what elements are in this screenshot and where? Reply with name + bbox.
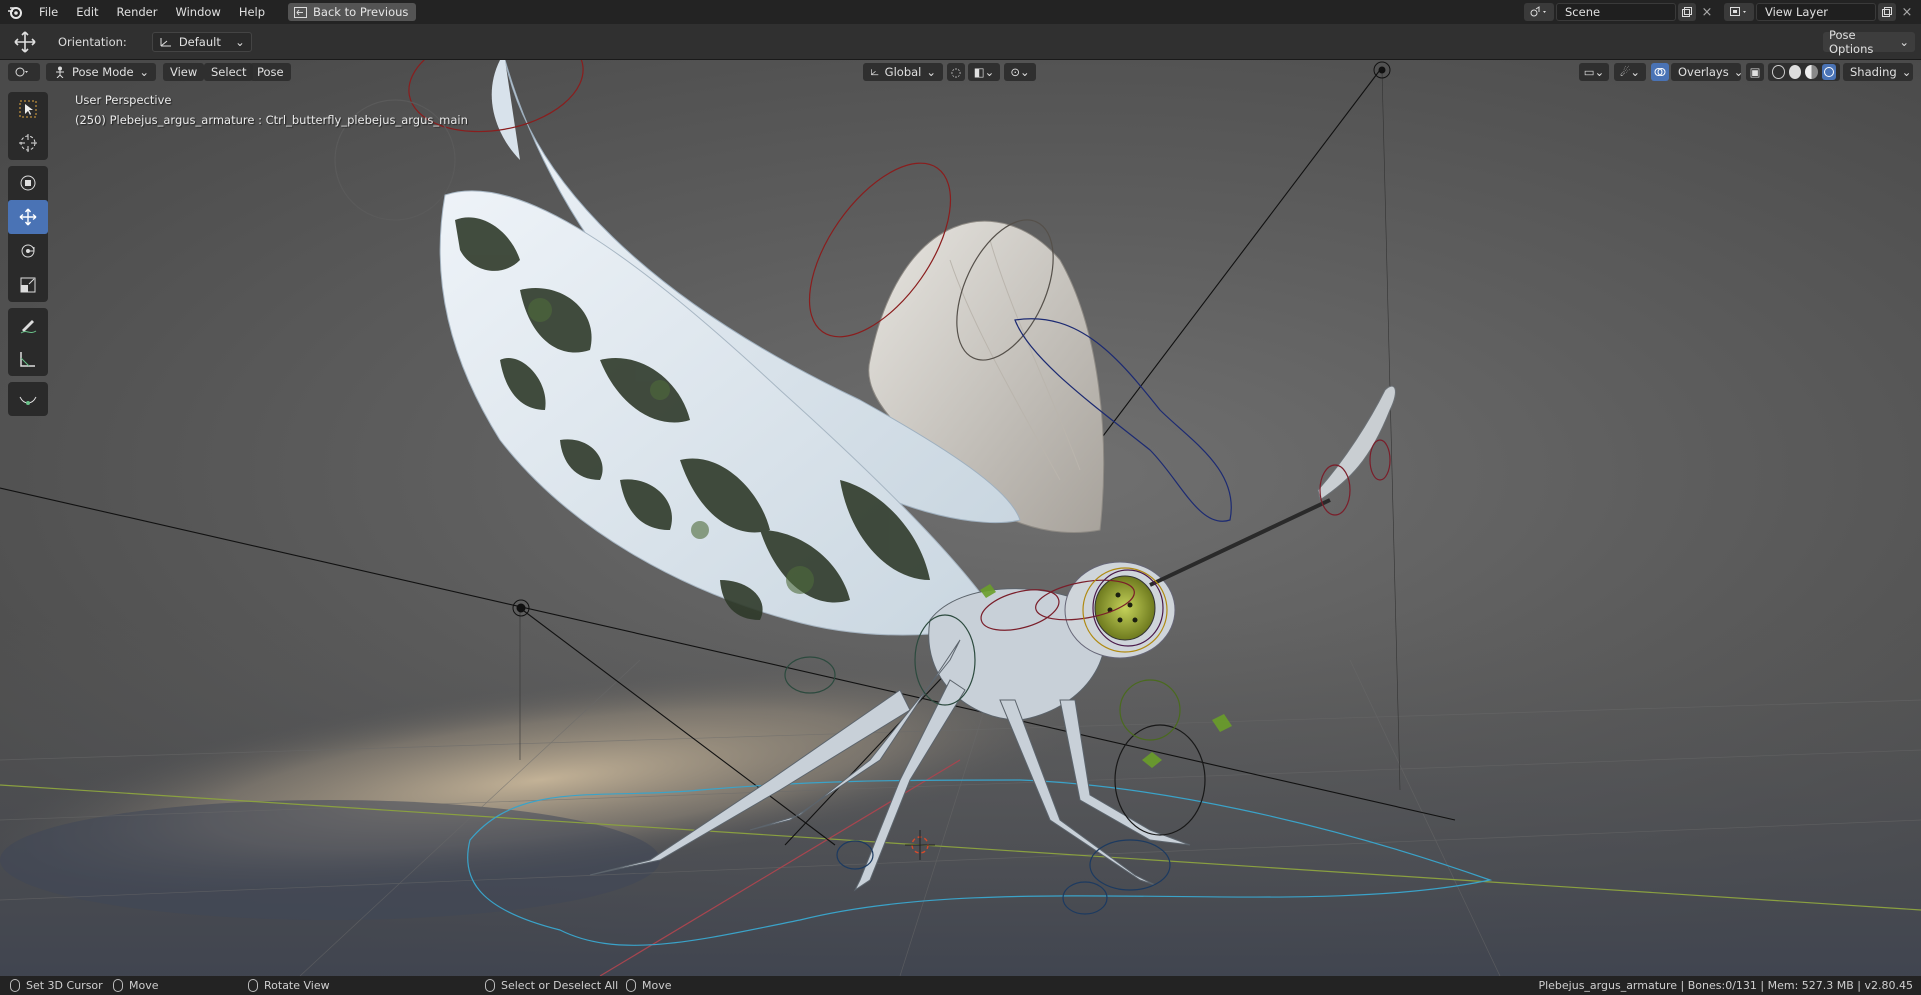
back-to-previous-label: Back to Previous <box>313 5 409 19</box>
menu-file[interactable]: File <box>30 0 67 24</box>
hint-select-label: Select or Deselect All <box>501 979 619 992</box>
tool-group-transform <box>8 166 48 302</box>
new-view-layer-icon[interactable] <box>1878 3 1896 21</box>
chevron-down-icon: ⌄ <box>139 65 149 79</box>
active-object-info: (250) Plebejus_argus_armature : Ctrl_but… <box>75 113 468 127</box>
move-icon[interactable] <box>8 200 48 234</box>
annotate-icon[interactable] <box>8 308 48 342</box>
menu-render[interactable]: Render <box>108 0 167 24</box>
scene-icon <box>1530 6 1546 17</box>
select-box-icon[interactable] <box>8 92 48 126</box>
orientation-dropdown[interactable]: Default ⌄ <box>151 31 252 52</box>
view-menu[interactable]: View <box>163 63 205 81</box>
chevron-down-icon: ⌄ <box>235 34 245 49</box>
relax-pose-icon[interactable] <box>8 382 48 416</box>
view-layer-name-field[interactable]: View Layer <box>1756 3 1876 21</box>
close-view-layer-icon[interactable]: × <box>1898 5 1916 20</box>
mouse-drag-icon <box>626 979 636 992</box>
cursor-icon[interactable] <box>8 126 48 160</box>
view-layer-icon <box>1730 7 1746 16</box>
blender-logo-icon[interactable] <box>0 0 30 24</box>
pose-options-dropdown[interactable]: Pose Options ⌄ <box>1823 28 1915 56</box>
3d-viewport[interactable]: Pose Mode ⌄ View Select Pose Global ⌄ ◌ … <box>0 60 1921 976</box>
transform-icon[interactable] <box>8 166 48 200</box>
top-menu-bar: File Edit Render Window Help Back to Pre… <box>0 0 1921 24</box>
hint-rotate: Rotate View <box>248 979 330 992</box>
tool-shelf <box>8 92 48 422</box>
menu-help[interactable]: Help <box>230 0 274 24</box>
orientation-label: Orientation: <box>58 34 127 49</box>
transform-orientation-dropdown[interactable]: Global ⌄ <box>863 63 943 81</box>
tool-group-pose <box>8 382 48 416</box>
hint-select: Select or Deselect All <box>485 979 618 992</box>
tool-settings-header: Orientation: Default ⌄ Pose Options ⌄ <box>0 24 1921 60</box>
orientation-icon <box>160 37 171 46</box>
mouse-drag-icon <box>113 979 123 992</box>
hint-set-cursor-label: Set 3D Cursor <box>26 979 103 992</box>
menu-edit[interactable]: Edit <box>67 0 107 24</box>
chevron-down-icon: ⌄ <box>926 65 936 79</box>
snap-icon[interactable]: ◧⌄ <box>968 63 1000 81</box>
gizmo-dropdown-icon[interactable]: ☄⌄ <box>1614 63 1646 81</box>
mode-label: Pose Mode <box>72 65 134 79</box>
editor-type-dropdown[interactable] <box>8 63 40 81</box>
transform-orientation-label: Global <box>884 65 922 79</box>
proportional-edit-icon[interactable]: ⊙⌄ <box>1004 63 1036 81</box>
chevron-down-icon: ⌄ <box>1733 65 1744 79</box>
rotate-icon[interactable] <box>8 234 48 268</box>
scene-selector: Scene × <box>1524 2 1716 22</box>
mouse-left-icon <box>10 979 20 992</box>
tool-group-select <box>8 92 48 160</box>
status-bar: Set 3D Cursor Move Rotate View Select or… <box>0 976 1921 995</box>
close-scene-icon[interactable]: × <box>1698 5 1716 20</box>
new-scene-icon[interactable] <box>1678 3 1696 21</box>
move-tool-icon[interactable] <box>0 30 50 53</box>
hint-move-label: Move <box>129 979 159 992</box>
hint-rotate-label: Rotate View <box>264 979 330 992</box>
visibility-dropdown-icon[interactable]: ▭⌄ <box>1579 63 1609 81</box>
scene-name-field[interactable]: Scene <box>1556 3 1676 21</box>
shading-dropdown[interactable]: Shading ⌄ <box>1843 63 1913 81</box>
viewport-editor-icon <box>15 67 28 77</box>
pose-mode-icon <box>56 66 64 78</box>
chevron-down-icon: ⌄ <box>1899 35 1909 49</box>
scene-render <box>0 60 1921 976</box>
tool-group-annotate <box>8 308 48 376</box>
overlays-label: Overlays <box>1678 65 1729 79</box>
pivot-icon[interactable]: ◌ <box>947 63 965 81</box>
hint-move-2: Move <box>626 979 672 992</box>
select-menu[interactable]: Select <box>204 63 254 81</box>
view-perspective-label: User Perspective <box>75 93 172 107</box>
shading-label: Shading <box>1850 65 1897 79</box>
scene-type-dropdown[interactable] <box>1524 3 1554 21</box>
rendered-shading-icon[interactable] <box>1821 64 1836 80</box>
back-arrow-icon <box>294 6 308 18</box>
pose-options-label: Pose Options <box>1829 28 1874 56</box>
scene-statistics: Plebejus_argus_armature | Bones:0/131 | … <box>1538 979 1913 992</box>
orientation-value: Default <box>178 34 221 49</box>
viewport-header: Pose Mode ⌄ View Select Pose Global ⌄ ◌ … <box>0 60 1921 84</box>
hint-move-2-label: Move <box>642 979 672 992</box>
mode-dropdown[interactable]: Pose Mode ⌄ <box>46 63 156 81</box>
xray-toggle-icon[interactable]: ▣ <box>1746 63 1764 81</box>
solid-shading-icon[interactable] <box>1788 65 1802 79</box>
overlays-dropdown[interactable]: Overlays ⌄ <box>1671 63 1744 81</box>
mouse-right-icon <box>485 979 495 992</box>
measure-icon[interactable] <box>8 342 48 376</box>
hint-move: Move <box>113 979 159 992</box>
pose-menu[interactable]: Pose <box>250 63 291 81</box>
scale-icon[interactable] <box>8 268 48 302</box>
global-orientation-icon <box>871 69 879 76</box>
view-layer-dropdown[interactable] <box>1724 3 1754 21</box>
overlays-toggle-icon[interactable] <box>1651 63 1669 81</box>
mouse-middle-icon <box>248 979 258 992</box>
hint-set-cursor: Set 3D Cursor <box>10 979 103 992</box>
chevron-down-icon: ⌄ <box>1901 65 1912 79</box>
menu-window[interactable]: Window <box>166 0 229 24</box>
material-shading-icon[interactable] <box>1805 65 1818 79</box>
shading-mode-group <box>1768 63 1840 81</box>
back-to-previous-button[interactable]: Back to Previous <box>288 3 417 21</box>
view-layer-selector: View Layer × <box>1724 2 1916 22</box>
wireframe-shading-icon[interactable] <box>1772 65 1785 79</box>
